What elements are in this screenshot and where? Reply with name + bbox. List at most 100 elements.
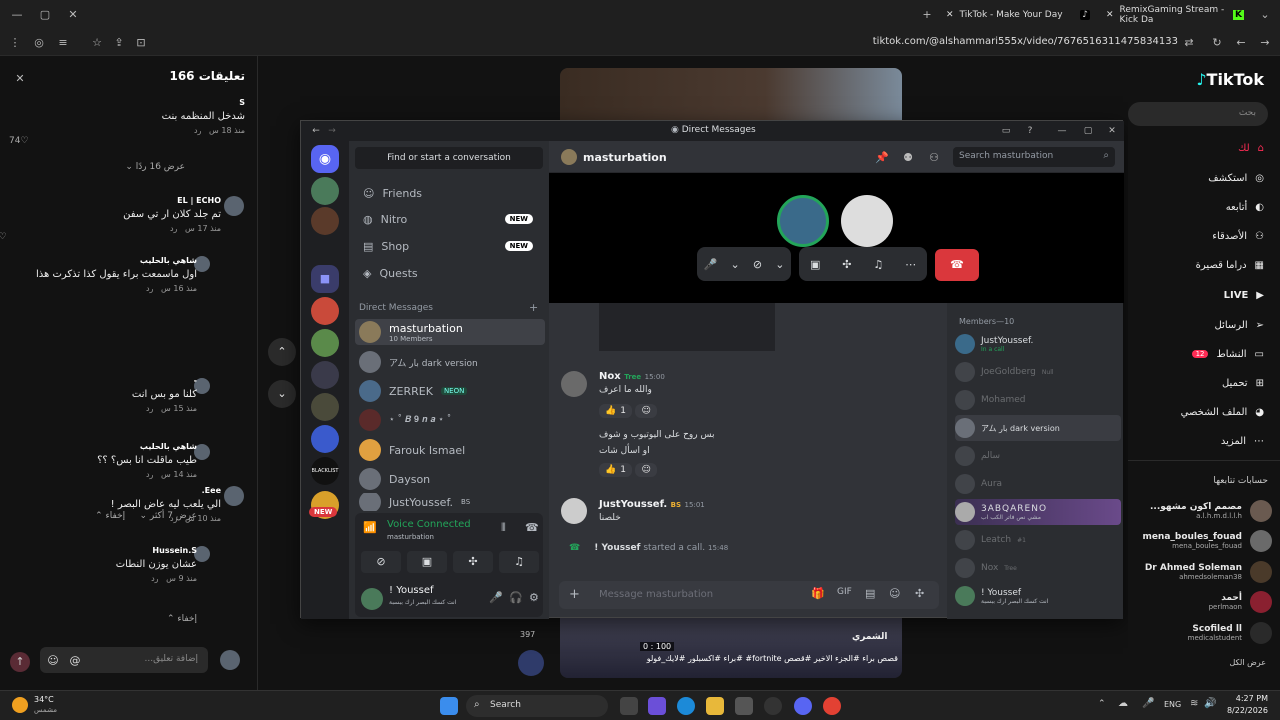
restore-icon[interactable]: ▢ — [36, 5, 54, 23]
start-windows-icon[interactable] — [440, 697, 458, 715]
site-settings-icon[interactable]: ⇄ — [1180, 33, 1198, 51]
voice-channel[interactable]: masturbation — [387, 533, 434, 541]
reply-button[interactable]: رد — [170, 224, 177, 233]
onedrive-icon[interactable]: ☁ — [1118, 698, 1128, 709]
store-icon[interactable] — [735, 697, 753, 715]
reply-button[interactable]: رد — [146, 284, 153, 293]
server-icon[interactable] — [311, 361, 339, 389]
dm-item[interactable]: JustYoussef. BS — [355, 493, 545, 511]
nav-friends[interactable]: ⚇ الأصدقاء — [1134, 225, 1264, 247]
close-comments-icon[interactable]: ✕ — [10, 68, 30, 88]
chevron-down-icon[interactable]: ⌄ — [730, 258, 739, 271]
microphone-icon[interactable]: 🎤 — [1142, 698, 1154, 709]
nav-for-you[interactable]: ⌂ لك — [1134, 137, 1264, 159]
attach-plus-icon[interactable]: + — [569, 587, 580, 602]
comment-input[interactable]: إضافة تعليق... ☺ @ — [40, 647, 208, 673]
member-item[interactable]: アム بار dark version — [955, 415, 1121, 441]
reaction[interactable]: 👍 1 — [599, 463, 632, 477]
next-video-button[interactable]: ⌄ — [268, 380, 296, 408]
nav-drama[interactable]: ▦ دراما قصيرة — [1134, 254, 1264, 276]
soundboard-button[interactable]: ♫ — [499, 551, 539, 573]
message-author[interactable]: JustYoussef. — [599, 499, 667, 510]
nav-messages[interactable]: ➢ الرسائل — [1134, 314, 1264, 336]
avatar[interactable] — [224, 486, 244, 506]
server-icon[interactable] — [311, 207, 339, 235]
share-icon[interactable]: ⇪ — [110, 33, 128, 51]
nav-friends[interactable]: ☺ Friends — [359, 181, 543, 205]
maximize-icon[interactable]: ▢ — [1079, 122, 1097, 140]
member-item[interactable]: Aura — [955, 471, 1121, 497]
nav-activity[interactable]: ▭ النشاط 12 — [1134, 343, 1264, 365]
gif-icon[interactable]: GIF — [837, 587, 852, 597]
forward-icon[interactable]: → — [1256, 33, 1274, 51]
disconnect-icon[interactable]: ☎ — [525, 521, 539, 534]
participant-avatar[interactable] — [777, 195, 829, 247]
view-replies-button[interactable]: عرض 16 ردًا ⌄ — [9, 162, 245, 172]
dm-item[interactable]: Dayson — [355, 466, 545, 492]
following-account[interactable]: مصمم اكون مشهو... a.l.h.m.d.l.l.h — [1134, 500, 1272, 522]
reload-icon[interactable]: ↻ — [1208, 33, 1226, 51]
post-comment-button[interactable]: ↑ — [10, 652, 30, 672]
avatar[interactable] — [561, 371, 587, 397]
steam-icon[interactable] — [764, 697, 782, 715]
inbox-icon[interactable]: ▭ — [997, 122, 1015, 140]
nav-profile[interactable]: ◕ الملف الشخصي — [1134, 401, 1264, 423]
close-icon[interactable]: ✕ — [1103, 122, 1121, 140]
comment-author[interactable]: EL | ECHO — [11, 196, 221, 205]
tab-kick[interactable]: ✕ RemixGaming Stream - Kick Da K — [1100, 4, 1250, 26]
gift-icon[interactable]: 🎁 — [811, 587, 825, 600]
help-icon[interactable]: ? — [1021, 122, 1039, 140]
activities-icon[interactable]: ✣ — [842, 258, 851, 271]
minimize-icon[interactable]: — — [1053, 122, 1071, 140]
comment-author[interactable]: شاهي بالحليب — [7, 256, 197, 265]
activities-button[interactable]: ✣ — [453, 551, 493, 573]
close-icon[interactable]: ✕ — [1106, 10, 1114, 20]
screen-share-button[interactable]: ▣ — [407, 551, 447, 573]
file-explorer-icon[interactable] — [706, 697, 724, 715]
dm-item[interactable]: アム بار dark version — [355, 349, 545, 375]
microphone-icon[interactable]: 🎤 — [704, 258, 718, 271]
camera-off-icon[interactable]: ⊘ — [753, 258, 762, 271]
comment-author[interactable]: Hussein.S — [7, 546, 197, 555]
dm-item[interactable]: Farouk Ismael — [355, 437, 545, 463]
sticker-icon[interactable]: ▤ — [865, 587, 875, 600]
wifi-icon[interactable]: ≋ — [1190, 698, 1198, 709]
folder-icon[interactable]: ■ — [311, 265, 339, 293]
microphone-icon[interactable]: 🎤 — [489, 591, 503, 604]
member-item[interactable]: 3ABQARENO مشي نص فاتر الكب اب — [955, 499, 1121, 525]
volume-icon[interactable]: 🔊 — [1204, 698, 1216, 709]
chevron-down-icon[interactable]: ⌄ — [775, 258, 784, 271]
server-icon[interactable] — [311, 329, 339, 357]
tiktok-logo[interactable]: ♪TikTok — [1196, 70, 1264, 89]
member-list-icon[interactable]: ⚇ — [925, 148, 943, 166]
nav-live[interactable]: ▶ LIVE — [1134, 284, 1264, 306]
message-author[interactable]: Nox — [599, 371, 621, 382]
reaction[interactable]: 👍 1 — [599, 404, 632, 418]
following-account[interactable]: أحمد perlmaon — [1134, 591, 1272, 613]
search-input[interactable]: بحث — [1128, 102, 1268, 126]
blacklist-server-icon[interactable]: BLACKLIST — [311, 457, 339, 485]
chrome-icon[interactable] — [823, 697, 841, 715]
reply-button[interactable]: رد — [146, 404, 153, 413]
search-input[interactable]: Search masturbation ⌕ — [953, 147, 1115, 167]
comment-author[interactable]: Eee. — [11, 486, 221, 495]
dm-item-group[interactable]: masturbation 10 Members — [355, 319, 545, 345]
minimize-icon[interactable]: — — [8, 5, 26, 23]
creator-avatar[interactable] — [518, 650, 544, 676]
server-icon[interactable] — [311, 393, 339, 421]
close-icon[interactable]: ✕ — [946, 10, 954, 20]
nav-shop[interactable]: ▤ Shop NEW — [359, 234, 543, 258]
taskbar-search[interactable]: ⌕ Search — [466, 695, 608, 717]
user-name[interactable]: ! Youssef — [389, 585, 434, 596]
avatar[interactable] — [561, 498, 587, 524]
task-view-icon[interactable] — [620, 697, 638, 715]
discord-app-icon[interactable] — [794, 697, 812, 715]
more-icon[interactable]: ⋯ — [905, 258, 916, 271]
dm-home-icon[interactable]: ◉ — [311, 145, 339, 173]
forward-icon[interactable]: → — [323, 122, 341, 140]
member-item[interactable]: JustYoussef. In a call — [955, 331, 1121, 357]
message-composer[interactable]: + Message masturbation 🎁 GIF ▤ ☺ ✣ — [559, 581, 939, 609]
dm-item[interactable]: ZERREK NEON — [355, 378, 545, 404]
following-account[interactable]: Scofiled ll medicalstudent — [1134, 622, 1272, 644]
url-field[interactable]: tiktok.com/@alshammari555x/video/7676516… — [860, 36, 1178, 47]
